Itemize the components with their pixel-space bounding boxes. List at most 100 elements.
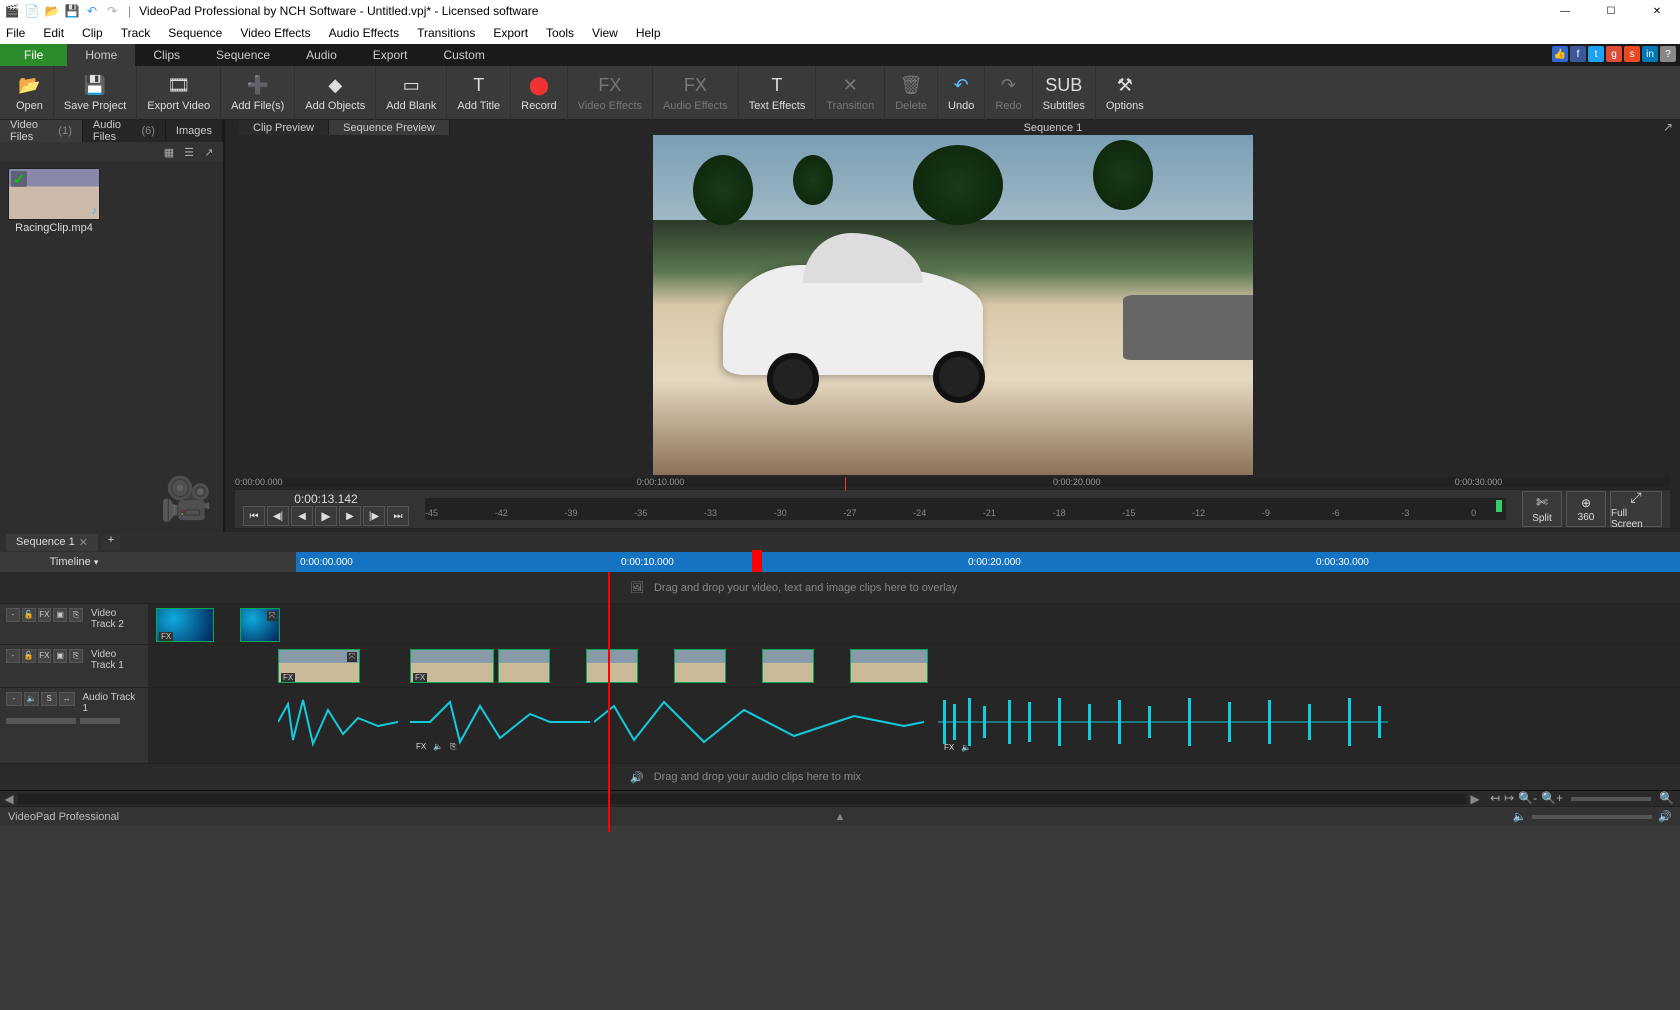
track-solo-icon[interactable]: S [41,692,57,706]
fullscreen-button[interactable]: ⤢Full Screen [1610,491,1662,527]
open-icon[interactable]: 📂 [44,3,60,19]
ribbon-tab-sequence[interactable]: Sequence [198,44,288,66]
audio-clip[interactable]: FX🔈⎘ [410,692,590,752]
menu-export[interactable]: Export [491,24,530,42]
add-sequence-button[interactable]: + [102,534,120,550]
menu-transitions[interactable]: Transitions [415,24,477,42]
timeline-clip[interactable] [498,649,550,683]
expand-up-icon[interactable]: ▲ [835,811,846,823]
track-mute-icon[interactable]: 🔈 [24,692,40,706]
redo-icon[interactable]: ↷ [104,3,120,19]
bin-tab-video[interactable]: Video Files (1) [0,120,83,142]
clip-thumb[interactable]: RacingClip.mp4 [6,168,102,234]
ribbon-undo-button[interactable]: ↶Undo [938,66,985,120]
ribbon-record-button[interactable]: ⬤Record [511,66,567,120]
track-link-icon[interactable]: ⎘ [69,649,83,663]
timeline-clip[interactable] [674,649,726,683]
audio-clip[interactable] [594,692,924,752]
video-track-1-lane[interactable]: FX⤧ FX [148,645,1680,687]
preview-ruler[interactable]: 0:00:00.000 0:00:10.000 0:00:20.000 0:00… [235,477,1670,487]
undo-icon[interactable]: ↶ [84,3,100,19]
split-button[interactable]: ✄Split [1522,491,1562,527]
ribbon-tab-export[interactable]: Export [355,44,426,66]
track-collapse-icon[interactable]: - [6,649,20,663]
volume-slider[interactable] [6,718,76,724]
view-grid-icon[interactable]: ▦ [161,146,177,159]
close-button[interactable]: ✕ [1634,0,1680,22]
timeline-clip[interactable]: FX⤧ [278,649,360,683]
ribbon-audio-effects-button[interactable]: FXAudio Effects [653,66,739,120]
ribbon-subtitles-button[interactable]: SUBSubtitles [1033,66,1096,120]
menu-help[interactable]: Help [634,24,663,42]
track-lock-icon[interactable]: 🔓 [22,649,36,663]
timeline-clip[interactable]: FX [156,608,214,642]
twitter-icon[interactable]: t [1588,46,1604,62]
timeline-scrollbar[interactable]: ◀ ▶ ↤ ↦ 🔍- 🔍+ 🔍 [0,790,1680,806]
stumble-icon[interactable]: s [1624,46,1640,62]
timeline-clip[interactable] [850,649,928,683]
ribbon-tab-clips[interactable]: Clips [135,44,198,66]
master-volume-slider[interactable] [1532,815,1652,819]
menu-edit[interactable]: Edit [41,24,66,42]
track-collapse-icon[interactable]: - [6,692,22,706]
pan-slider[interactable] [80,718,120,724]
step-back-button[interactable]: ◀ [291,506,313,526]
sequence-tab-1[interactable]: Sequence 1✕ [6,534,98,551]
track-lock-icon[interactable]: 🔓 [22,608,36,622]
ribbon-options-button[interactable]: ⚒Options [1096,66,1154,120]
go-start-button[interactable]: ⏮ [243,506,265,526]
tab-sequence-preview[interactable]: Sequence Preview [329,120,450,135]
ribbon-text-effects-button[interactable]: TText Effects [739,66,817,120]
audio-track-1-lane[interactable]: FX🔈⎘ FX🔈 [148,688,1680,763]
timeline-clip[interactable] [586,649,638,683]
ribbon-delete-button[interactable]: 🗑Delete [885,66,938,120]
play-button[interactable]: ▶ [315,506,337,526]
timeline-clip[interactable]: ⤧ [240,608,280,642]
track-view-icon[interactable]: ▣ [53,608,67,622]
ribbon-video-effects-button[interactable]: FXVideo Effects [568,66,653,120]
ribbon-export-video-button[interactable]: 🎞Export Video [137,66,221,120]
zoom-slider[interactable] [1571,797,1651,801]
timeline-ruler[interactable]: 0:00:00.000 0:00:10.000 0:00:20.000 0:00… [296,552,1680,572]
video-track-2-lane[interactable]: FX ⤧ [148,604,1680,644]
ribbon-tab-custom[interactable]: Custom [425,44,502,66]
minimize-button[interactable]: — [1542,0,1588,22]
ribbon-add-file-s--button[interactable]: ➕Add File(s) [221,66,295,120]
menu-audio-effects[interactable]: Audio Effects [327,24,402,42]
ribbon-add-blank-button[interactable]: ▭Add Blank [376,66,447,120]
ribbon-transition-button[interactable]: ✕Transition [816,66,885,120]
ribbon-redo-button[interactable]: ↷Redo [985,66,1032,120]
new-icon[interactable]: 📄 [24,3,40,19]
zoom-fit-icon[interactable]: 🔍 [1659,791,1674,807]
360-button[interactable]: ⊕360 [1566,491,1606,527]
maximize-button[interactable]: ☐ [1588,0,1634,22]
track-view-icon[interactable]: ▣ [53,649,67,663]
menu-sequence[interactable]: Sequence [166,24,224,42]
preview-expand-icon[interactable]: ↗ [1656,120,1680,135]
timeline-clip[interactable] [762,649,814,683]
audio-clip[interactable] [278,692,398,752]
menu-view[interactable]: View [590,24,620,42]
zoom-out-icon[interactable]: 🔍- [1518,791,1537,807]
menu-video-effects[interactable]: Video Effects [238,24,312,42]
ribbon-tab-audio[interactable]: Audio [288,44,355,66]
bin-tab-audio[interactable]: Audio Files (6) [83,120,166,142]
bin-expand-icon[interactable]: ↗ [201,146,217,159]
ribbon-open-button[interactable]: 📂Open [6,66,54,120]
close-icon[interactable]: ✕ [79,536,88,549]
scroll-left-button[interactable]: ◀ [0,792,18,806]
track-fx-icon[interactable]: FX [38,608,52,622]
ribbon-add-objects-button[interactable]: ◆Add Objects [295,66,376,120]
prev-frame-button[interactable]: ◀| [267,506,289,526]
gplus-icon[interactable]: g [1606,46,1622,62]
menu-tools[interactable]: Tools [544,24,576,42]
ribbon-tab-home[interactable]: Home [67,44,135,66]
linkedin-icon[interactable]: in [1642,46,1658,62]
go-end-button[interactable]: ⏭ [387,506,409,526]
facebook-icon[interactable]: f [1570,46,1586,62]
track-pan-icon[interactable]: ↔ [59,692,75,706]
volume-icon[interactable]: 🔈 [1513,810,1527,823]
menu-file[interactable]: File [4,24,27,42]
next-frame-button[interactable]: |▶ [363,506,385,526]
ribbon-save-project-button[interactable]: 💾Save Project [54,66,137,120]
